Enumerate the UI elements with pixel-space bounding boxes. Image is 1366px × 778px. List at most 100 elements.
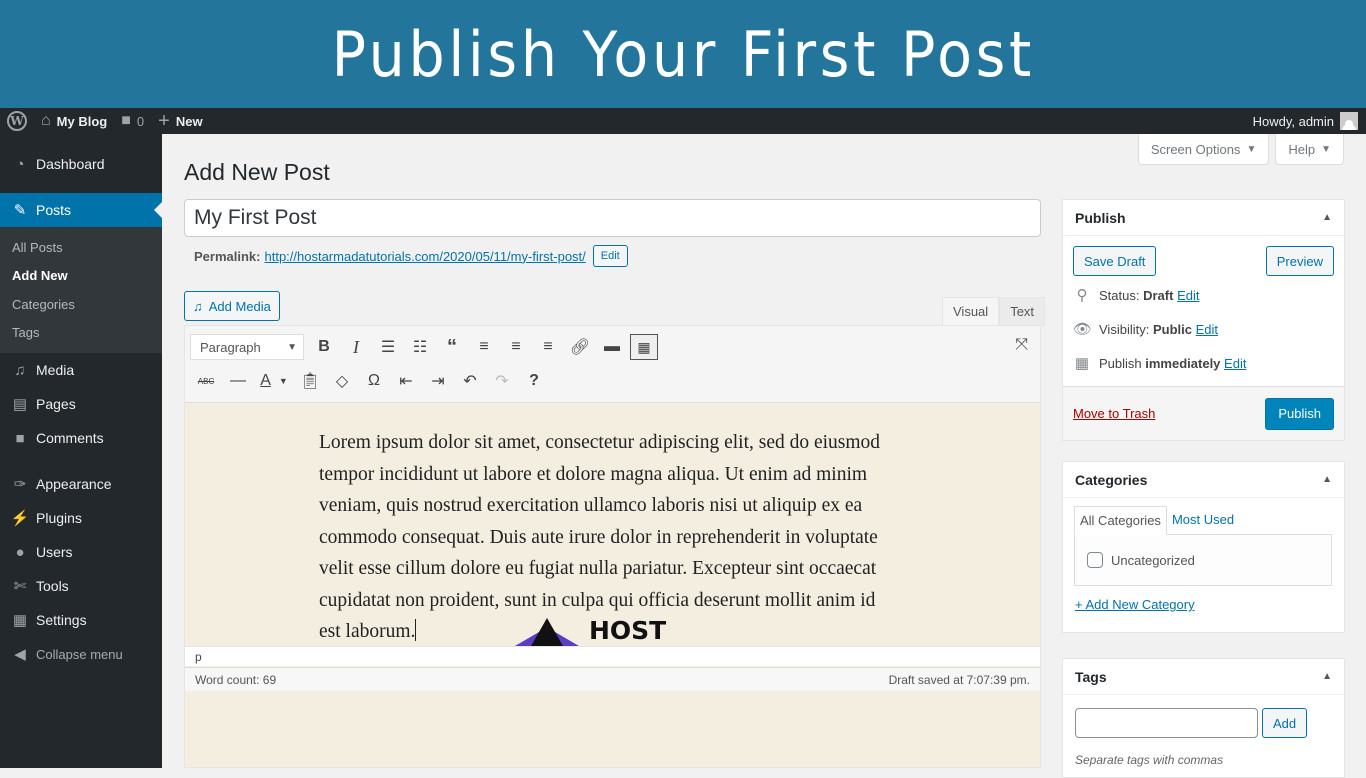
edit-status-link[interactable]: Edit xyxy=(1177,288,1199,303)
logo-mark-icon xyxy=(515,616,579,646)
align-left-button[interactable]: ≡ xyxy=(468,333,500,361)
sidebar-item-appearance[interactable]: ✑ Appearance xyxy=(0,467,162,501)
sidebar-item-plugins[interactable]: ⚡ Plugins xyxy=(0,501,162,535)
add-new-category-link[interactable]: + Add New Category xyxy=(1075,597,1332,612)
permalink-edit-button[interactable]: Edit xyxy=(592,245,628,267)
post-title-input[interactable]: My First Post xyxy=(184,199,1041,237)
comment-icon: ■ xyxy=(121,112,131,129)
schedule-label: Publish xyxy=(1099,355,1142,371)
read-more-icon: ▬ xyxy=(604,338,620,355)
numbered-list-button[interactable]: ☷ xyxy=(404,333,436,361)
account-menu[interactable]: Howdy, admin xyxy=(1253,112,1366,130)
help-icon: ? xyxy=(529,372,539,389)
comment-icon: ■ xyxy=(15,429,25,447)
distraction-free-button[interactable]: ⤧ xyxy=(1015,336,1028,354)
paste-text-button[interactable]: 📋︎ xyxy=(294,367,326,395)
read-more-button[interactable]: ▬ xyxy=(596,333,628,361)
insert-link-button[interactable]: 🔗︎ xyxy=(564,333,596,361)
fullscreen-icon: ⤧ xyxy=(1015,336,1028,353)
sidebar-item-posts[interactable]: ✎ Posts xyxy=(0,193,162,227)
site-name-link[interactable]: ⌂ My Blog xyxy=(34,108,114,134)
sidebar-item-pages[interactable]: ▤ Pages xyxy=(0,387,162,421)
caret-down-icon: ▼ xyxy=(278,376,288,386)
align-right-button[interactable]: ≡ xyxy=(532,333,564,361)
screen-options-button[interactable]: Screen Options ▼ xyxy=(1137,134,1270,165)
publish-box-header[interactable]: Publish ▲ xyxy=(1063,200,1344,236)
visibility-value: Public xyxy=(1152,321,1192,337)
category-checkbox-uncategorized[interactable] xyxy=(1087,552,1103,568)
eraser-icon: ◇ xyxy=(335,373,349,390)
horizontal-line-button[interactable]: — xyxy=(222,367,254,395)
tab-all-categories[interactable]: All Categories xyxy=(1074,506,1167,535)
increase-indent-button[interactable]: ⇥ xyxy=(422,367,454,395)
pin-icon: ✎ xyxy=(13,202,27,219)
strikethrough-button[interactable]: ABC xyxy=(190,367,222,395)
add-tag-button[interactable]: Add xyxy=(1262,708,1308,738)
collapse-toggle-icon[interactable]: ▲ xyxy=(1322,474,1332,485)
outdent-icon: ⇤ xyxy=(399,373,413,390)
text-color-button[interactable]: A ▼ xyxy=(254,367,294,395)
sidebar-item-settings[interactable]: ▦ Settings xyxy=(0,603,162,637)
bulleted-list-icon: ☰ xyxy=(380,339,396,356)
collapse-menu-button[interactable]: ◀ Collapse menu xyxy=(0,637,162,671)
sidebar-item-comments[interactable]: ■ Comments xyxy=(0,421,162,455)
add-media-button[interactable]: ♫ Add Media xyxy=(184,291,280,321)
format-select[interactable]: Paragraph ▼ xyxy=(190,334,304,360)
visibility-label: Visibility: xyxy=(1099,321,1150,337)
sidebar-item-media[interactable]: ♫ Media xyxy=(0,353,162,387)
paste-text-icon: 📋︎ xyxy=(299,373,321,390)
paintbrush-icon: ✑ xyxy=(13,476,27,493)
sidebar-item-users[interactable]: ● Users xyxy=(0,535,162,569)
tab-visual[interactable]: Visual xyxy=(942,297,1000,326)
sidebar-item-label: Tools xyxy=(36,578,69,594)
submenu-tags[interactable]: Tags xyxy=(0,319,162,348)
publish-box-title: Publish xyxy=(1075,209,1126,226)
post-editor: Paragraph ▼ B I ☰ ☷ “ ≡ ≡ ≡ 🔗︎ ▬ ▦ ABC — … xyxy=(184,325,1041,768)
tags-box-header[interactable]: Tags ▲ xyxy=(1063,659,1344,695)
settings-icon: ▦ xyxy=(12,612,28,629)
collapse-toggle-icon[interactable]: ▲ xyxy=(1322,212,1332,223)
save-draft-button[interactable]: Save Draft xyxy=(1073,246,1157,276)
permalink-url[interactable]: http://hostarmadatutorials.com/2020/05/1… xyxy=(264,249,585,264)
help-button[interactable]: Help ▼ xyxy=(1275,134,1344,165)
submenu-all-posts[interactable]: All Posts xyxy=(0,233,162,262)
tag-input[interactable] xyxy=(1075,708,1258,738)
redo-button[interactable]: ↷ xyxy=(486,367,518,395)
clear-formatting-button[interactable]: ◇ xyxy=(326,367,358,395)
undo-button[interactable]: ↶ xyxy=(454,367,486,395)
align-center-icon: ≡ xyxy=(511,338,521,355)
blockquote-button[interactable]: “ xyxy=(436,333,468,361)
screen-meta-links: Screen Options ▼ Help ▼ xyxy=(1137,134,1344,165)
status-value: Draft xyxy=(1143,287,1174,303)
edit-schedule-link[interactable]: Edit xyxy=(1224,356,1246,371)
categories-box-header[interactable]: Categories ▲ xyxy=(1063,462,1344,498)
visibility-row: 👁︎ Visibility: Public Edit xyxy=(1063,312,1344,346)
tab-text[interactable]: Text xyxy=(999,297,1046,326)
collapse-toggle-icon[interactable]: ▲ xyxy=(1322,671,1332,682)
editor-content[interactable]: Lorem ipsum dolor sit amet, consectetur … xyxy=(319,427,884,648)
comments-link[interactable]: ■ 0 xyxy=(114,108,151,134)
sidebar-item-tools[interactable]: ✄ Tools xyxy=(0,569,162,603)
special-character-button[interactable]: Ω xyxy=(358,367,390,395)
new-content-link[interactable]: + New xyxy=(151,108,209,134)
wp-logo-menu[interactable]: W xyxy=(0,108,34,134)
schedule-row: ▦ Publish immediately Edit xyxy=(1063,346,1344,380)
align-center-button[interactable]: ≡ xyxy=(500,333,532,361)
bulleted-list-button[interactable]: ☰ xyxy=(372,333,404,361)
keyboard-shortcuts-button[interactable]: ? xyxy=(518,367,550,395)
bold-button[interactable]: B xyxy=(308,333,340,361)
sidebar-item-dashboard[interactable]: ◔ Dashboard xyxy=(0,147,162,181)
collapse-label: Collapse menu xyxy=(36,646,123,662)
preview-button[interactable]: Preview xyxy=(1265,246,1334,276)
submenu-add-new[interactable]: Add New xyxy=(0,262,162,291)
edit-visibility-link[interactable]: Edit xyxy=(1196,322,1218,337)
italic-button[interactable]: I xyxy=(340,333,372,361)
toolbar-toggle-button[interactable]: ▦ xyxy=(630,334,658,360)
element-path: p xyxy=(185,646,1040,666)
move-to-trash-link[interactable]: Move to Trash xyxy=(1073,406,1155,421)
publish-button[interactable]: Publish xyxy=(1265,397,1334,430)
submenu-categories[interactable]: Categories xyxy=(0,290,162,319)
tab-most-used[interactable]: Most Used xyxy=(1167,506,1239,535)
decrease-indent-button[interactable]: ⇤ xyxy=(390,367,422,395)
editor-tabs: Visual Text xyxy=(942,297,1046,326)
